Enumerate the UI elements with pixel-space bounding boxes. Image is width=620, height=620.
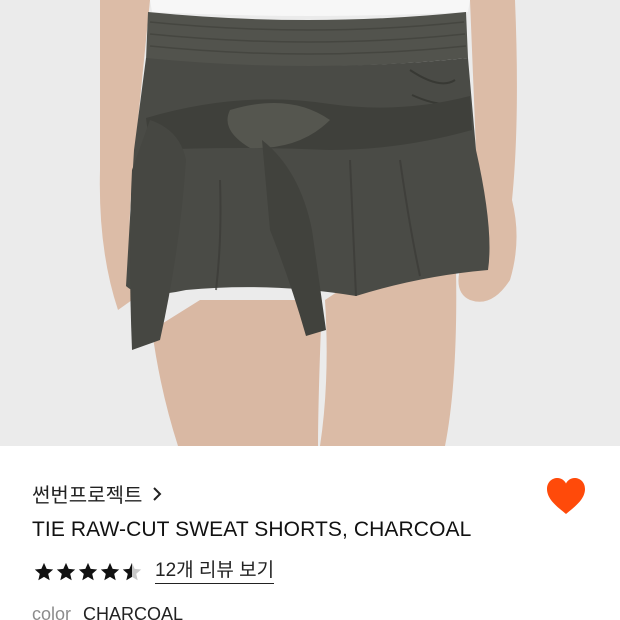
brand-name: 썬번프로젝트 (32, 485, 143, 507)
star-icon (33, 561, 55, 583)
product-title: TIE RAW-CUT SWEAT SHORTS, CHARCOAL (32, 518, 472, 541)
star-icon (77, 561, 99, 583)
color-value: CHARCOAL (83, 604, 184, 620)
star-rating (33, 561, 143, 583)
product-info: 썬번프로젝트 TIE RAW-CUT SWEAT SHORTS, CHARCOA… (0, 446, 620, 620)
heart-icon (547, 478, 585, 514)
brand-link[interactable]: 썬번프로젝트 (32, 479, 162, 508)
half-star-icon (121, 561, 143, 583)
product-image[interactable] (0, 0, 620, 446)
rating-row: 12개 리뷰 보기 (33, 560, 275, 584)
wishlist-heart-button[interactable] (545, 476, 587, 516)
chevron-right-icon (152, 486, 162, 501)
star-icon (99, 561, 121, 583)
color-option: color CHARCOAL (32, 604, 183, 620)
color-label: color (32, 604, 72, 620)
reviews-link[interactable]: 12개 리뷰 보기 (155, 560, 275, 584)
star-icon (55, 561, 77, 583)
